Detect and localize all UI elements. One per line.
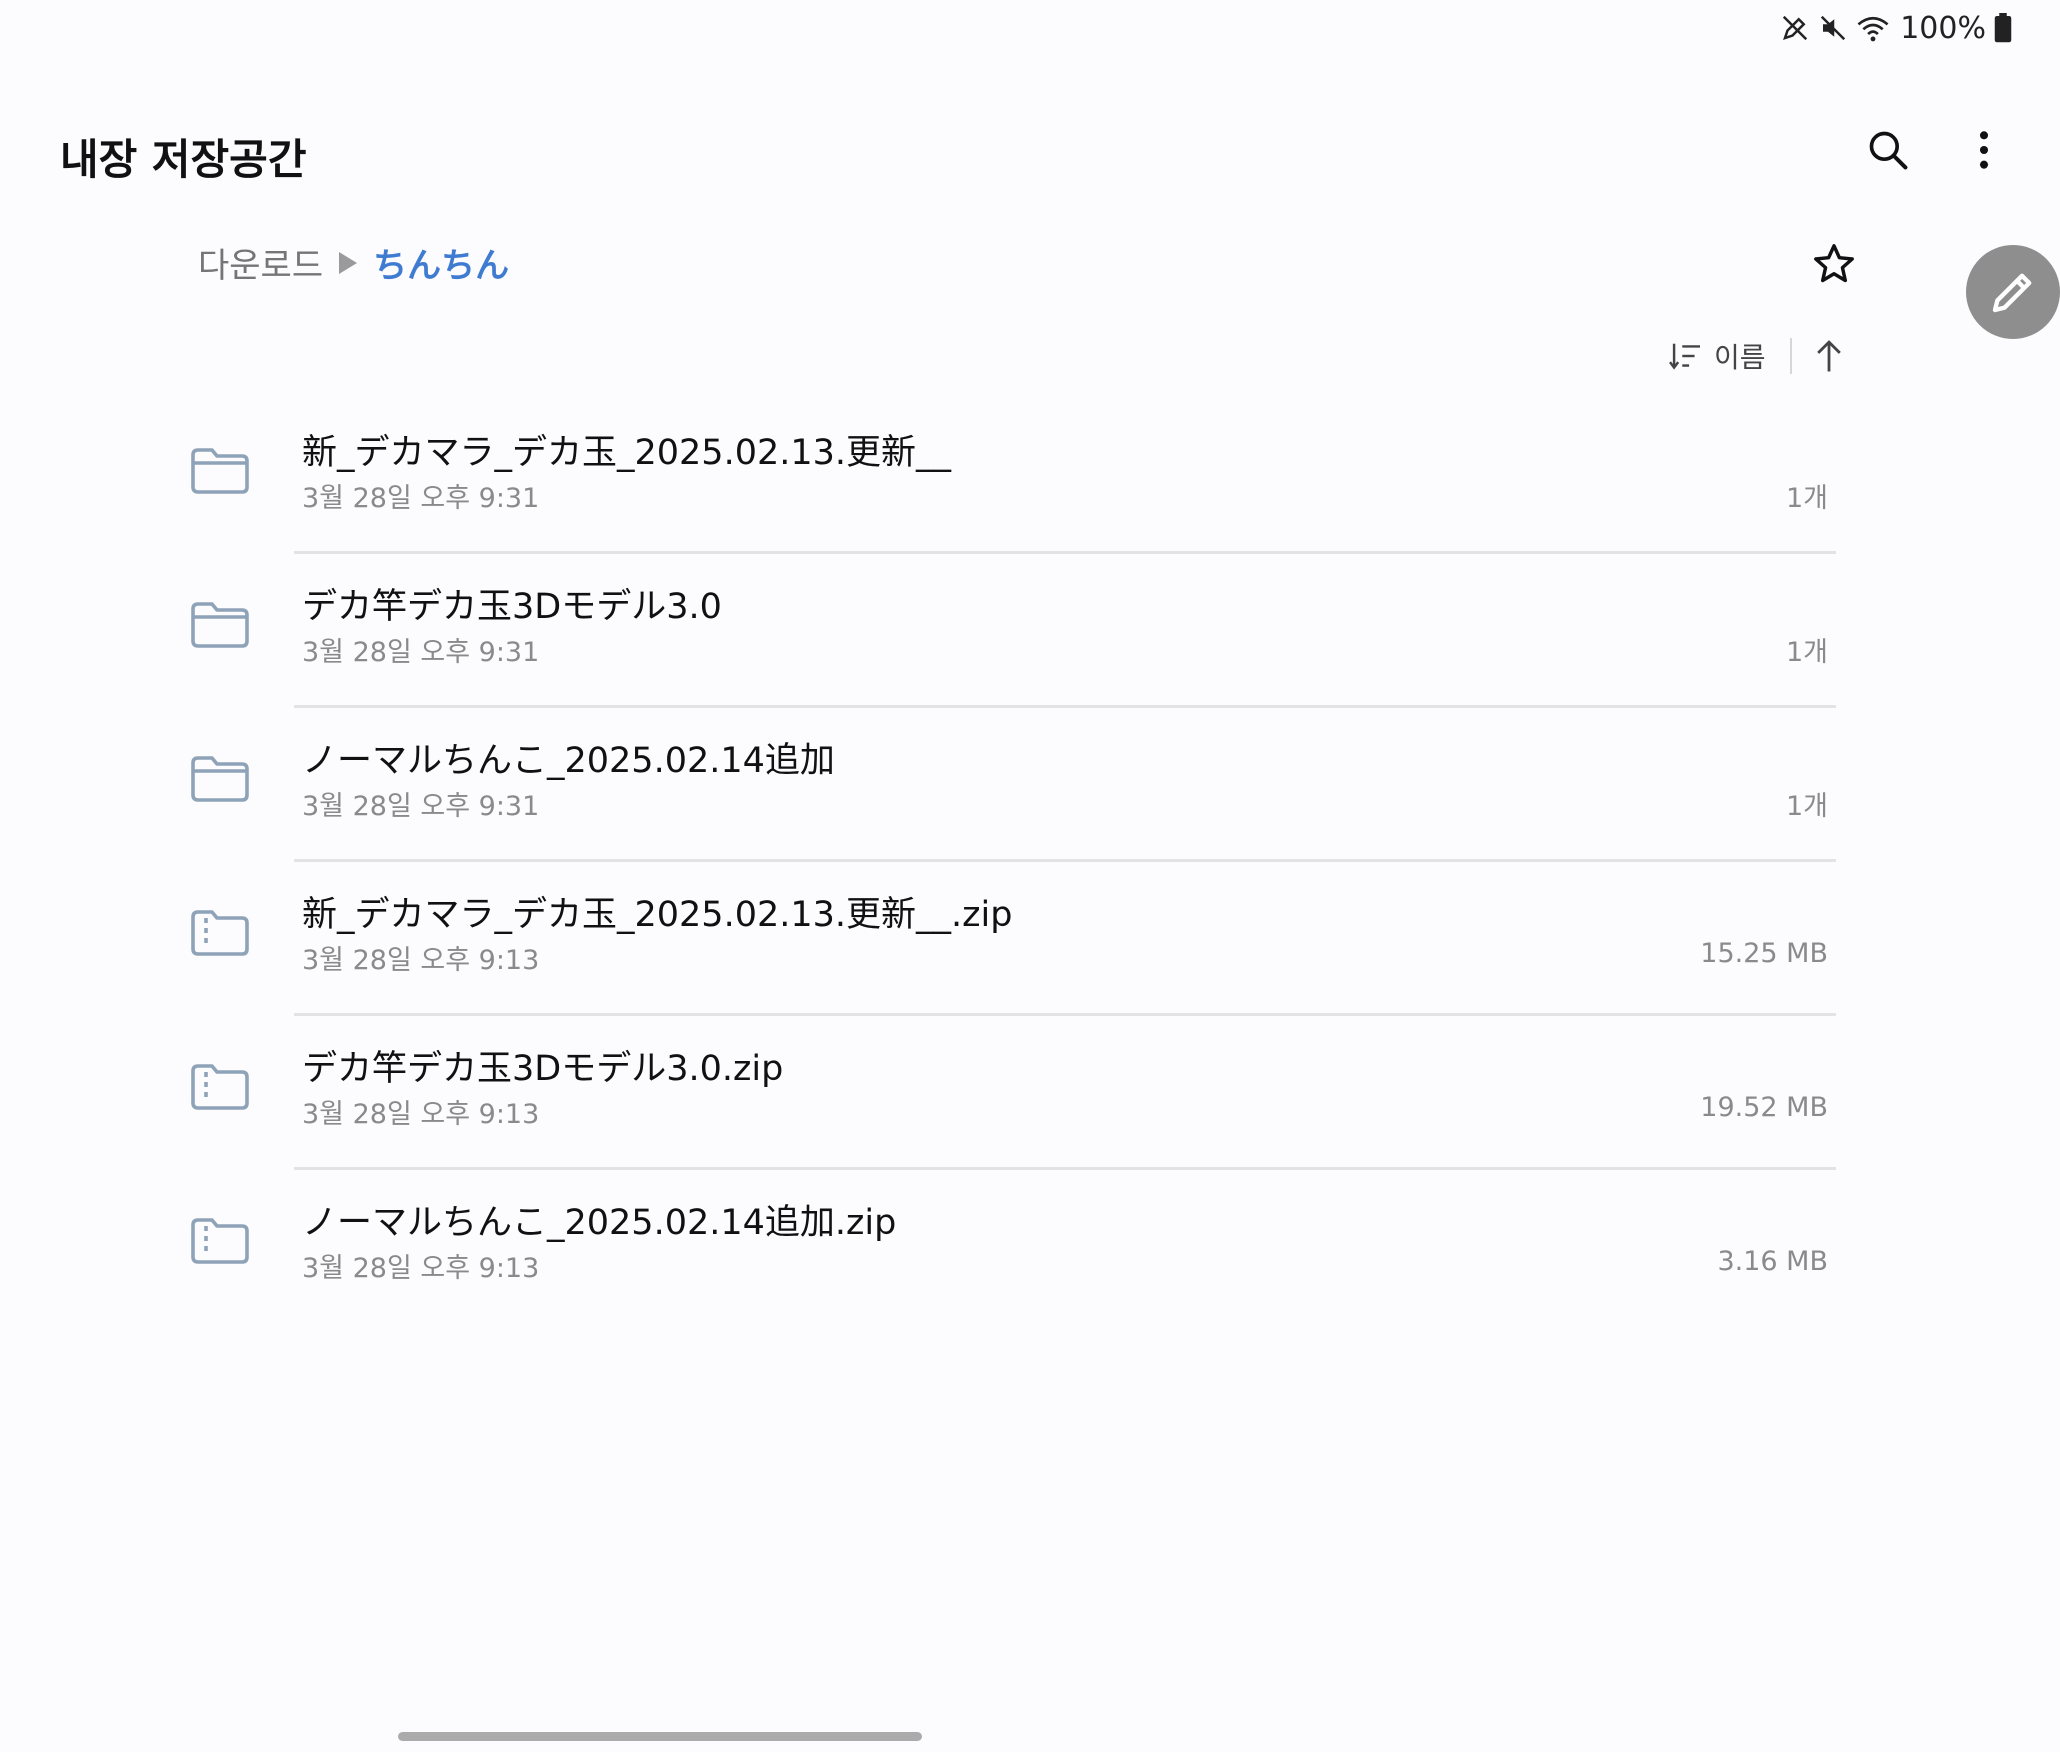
status-bar: 100% bbox=[1780, 8, 2012, 48]
zip-folder-icon bbox=[188, 1208, 252, 1272]
breadcrumb-current: ちんちん bbox=[373, 246, 510, 286]
folder-row[interactable]: デカ竿デカ玉3Dモデル3.0 3월 28일 오후 9:31 1개 bbox=[180, 554, 1858, 708]
file-size: 1개 bbox=[1785, 483, 1828, 514]
file-size: 1개 bbox=[1785, 637, 1828, 668]
file-date: 3월 28일 오후 9:31 bbox=[302, 483, 540, 514]
file-name: デカ竿デカ玉3Dモデル3.0 bbox=[302, 587, 722, 627]
battery-percentage: 100% bbox=[1900, 10, 1986, 46]
wifi-icon bbox=[1856, 13, 1890, 43]
header-actions bbox=[1860, 122, 2012, 178]
mute-icon bbox=[1818, 13, 1848, 43]
more-options-button[interactable] bbox=[1956, 122, 2012, 178]
file-name: デカ竿デカ玉3Dモデル3.0.zip bbox=[302, 1049, 784, 1089]
sort-icon bbox=[1669, 343, 1700, 370]
more-vert-icon bbox=[1979, 131, 1989, 169]
chevron-right-icon bbox=[339, 251, 358, 274]
edit-button[interactable] bbox=[1966, 245, 2060, 339]
sort-label: 이름 bbox=[1714, 341, 1766, 374]
folder-icon bbox=[188, 438, 252, 502]
file-date: 3월 28일 오후 9:31 bbox=[302, 637, 540, 668]
stylus-icon bbox=[1780, 13, 1810, 43]
file-date: 3월 28일 오후 9:31 bbox=[302, 791, 540, 822]
star-icon bbox=[1814, 244, 1854, 283]
favorite-button[interactable] bbox=[1806, 236, 1862, 292]
sort-bar: 이름 bbox=[1668, 334, 1844, 378]
zip-file-row[interactable]: 新_デカマラ_デカ玉_2025.02.13.更新__.zip 3월 28일 오후… bbox=[180, 862, 1858, 1016]
sort-order-button[interactable] bbox=[1814, 339, 1844, 373]
file-size: 19.52 MB bbox=[1700, 1092, 1828, 1123]
zip-folder-icon bbox=[188, 1054, 252, 1118]
folder-icon bbox=[188, 746, 252, 810]
zip-file-row[interactable]: ノーマルちんこ_2025.02.14追加.zip 3월 28일 오후 9:13 … bbox=[180, 1170, 1858, 1324]
file-size: 1개 bbox=[1785, 791, 1828, 822]
file-size: 3.16 MB bbox=[1717, 1246, 1828, 1277]
file-name: 新_デカマラ_デカ玉_2025.02.13.更新__ bbox=[302, 433, 952, 473]
breadcrumb: 다운로드 ちんちん bbox=[198, 238, 509, 287]
zip-file-row[interactable]: デカ竿デカ玉3Dモデル3.0.zip 3월 28일 오후 9:13 19.52 … bbox=[180, 1016, 1858, 1170]
folder-icon bbox=[188, 592, 252, 656]
breadcrumb-parent[interactable]: 다운로드 bbox=[198, 238, 323, 287]
zip-folder-icon bbox=[188, 900, 252, 964]
battery-icon bbox=[1994, 13, 2012, 43]
sort-divider bbox=[1789, 338, 1792, 374]
folder-row[interactable]: ノーマルちんこ_2025.02.14追加 3월 28일 오후 9:31 1개 bbox=[180, 708, 1858, 862]
sort-by-button[interactable]: 이름 bbox=[1668, 336, 1766, 376]
pencil-icon bbox=[1992, 273, 2032, 313]
file-list: 新_デカマラ_デカ玉_2025.02.13.更新__ 3월 28일 오후 9:3… bbox=[180, 400, 1858, 1324]
folder-row[interactable]: 新_デカマラ_デカ玉_2025.02.13.更新__ 3월 28일 오후 9:3… bbox=[180, 400, 1858, 554]
search-icon bbox=[1869, 131, 1908, 170]
file-size: 15.25 MB bbox=[1700, 938, 1828, 969]
file-date: 3월 28일 오후 9:13 bbox=[302, 1253, 540, 1284]
arrow-up-icon bbox=[1816, 340, 1841, 372]
search-button[interactable] bbox=[1860, 122, 1916, 178]
home-indicator[interactable] bbox=[398, 1732, 922, 1741]
file-name: 新_デカマラ_デカ玉_2025.02.13.更新__.zip bbox=[302, 895, 1013, 935]
file-name: ノーマルちんこ_2025.02.14追加 bbox=[302, 741, 835, 781]
file-date: 3월 28일 오후 9:13 bbox=[302, 1099, 540, 1130]
page-title: 내장 저장공간 bbox=[60, 135, 307, 184]
file-date: 3월 28일 오후 9:13 bbox=[302, 945, 540, 976]
file-name: ノーマルちんこ_2025.02.14追加.zip bbox=[302, 1203, 897, 1243]
